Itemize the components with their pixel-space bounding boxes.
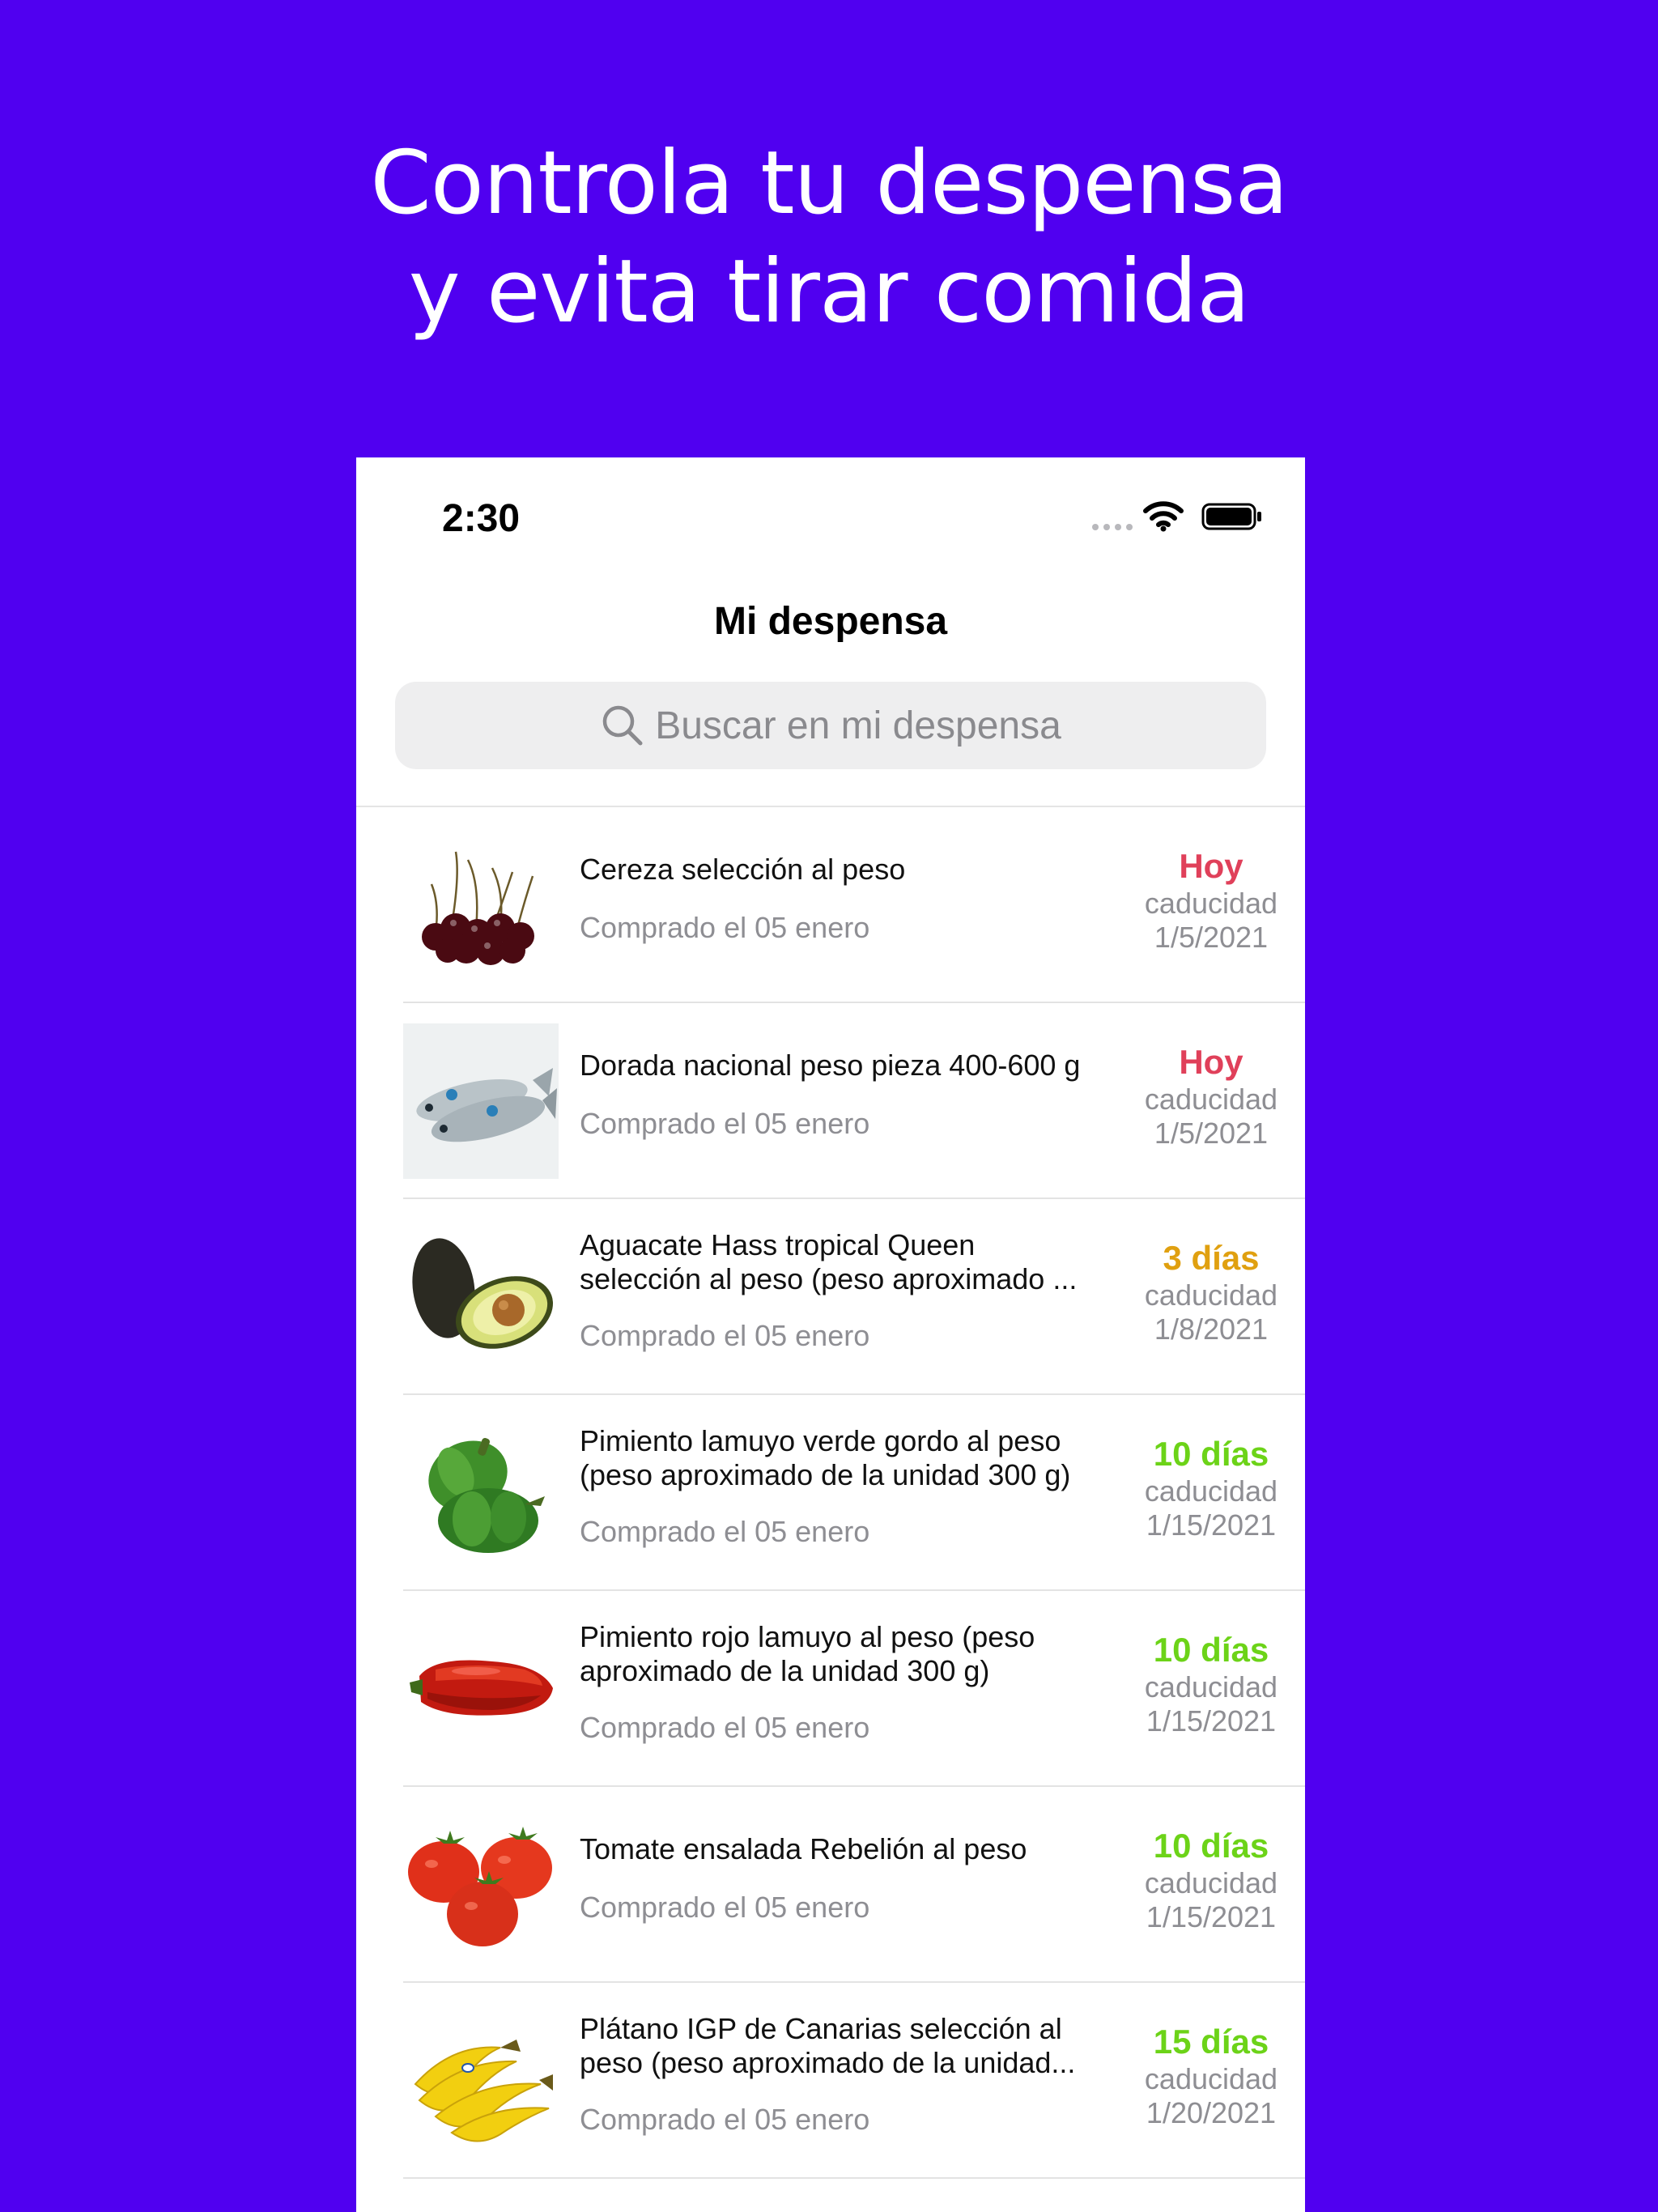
expiry-label: caducidad <box>1144 1083 1278 1116</box>
expiry-info: 3 días caducidad 1/8/2021 <box>1130 1238 1292 1346</box>
expiry-badge: 3 días <box>1163 1239 1260 1277</box>
expiry-label: caducidad <box>1144 2062 1278 2095</box>
item-purchased: Comprado el 05 enero <box>580 1107 870 1140</box>
item-purchased: Comprado el 05 enero <box>580 911 870 944</box>
headline-line-2: y evita tirar comida <box>408 241 1251 342</box>
search-placeholder: Buscar en mi despensa <box>655 704 1061 747</box>
expiry-date: 1/8/2021 <box>1154 1312 1269 1346</box>
item-purchased: Comprado el 05 enero <box>580 1515 870 1548</box>
expiry-date: 1/15/2021 <box>1146 1508 1277 1542</box>
cellular-signal-icon <box>1092 524 1133 530</box>
list-item[interactable]: Aguacate Hass tropical Queen selección a… <box>403 1199 1305 1395</box>
item-name: Pimiento lamuyo verde gordo al peso (pes… <box>580 1424 1071 1491</box>
expiry-info: 10 días caducidad 1/15/2021 <box>1130 1826 1292 1934</box>
expiry-info: 10 días caducidad 1/15/2021 <box>1130 1434 1292 1542</box>
expiry-label: caducidad <box>1144 1278 1278 1312</box>
list-item[interactable]: Pimiento lamuyo verde gordo al peso (pes… <box>403 1395 1305 1591</box>
item-name: Dorada nacional peso pieza 400-600 g <box>580 1049 1081 1082</box>
list-item[interactable]: Tomate ensalada Rebelión al peso Comprad… <box>403 1787 1305 1983</box>
item-purchased: Comprado el 05 enero <box>580 1891 870 1924</box>
page-title: Mi despensa <box>713 600 948 643</box>
avocado-image <box>403 1219 559 1375</box>
pantry-list: Cereza selección al peso Comprado el 05 … <box>356 807 1305 2179</box>
expiry-date: 1/20/2021 <box>1146 2096 1277 2129</box>
item-name: Pimiento rojo lamuyo al peso (peso aprox… <box>580 1620 1035 1687</box>
red-pepper-image <box>403 1611 559 1767</box>
battery-icon <box>1201 503 1261 530</box>
tomatoes-image <box>403 1807 559 1963</box>
expiry-info: 15 días caducidad 1/20/2021 <box>1130 2022 1292 2130</box>
list-item[interactable]: Cereza selección al peso Comprado el 05 … <box>403 807 1305 1003</box>
expiry-badge: 10 días <box>1153 1827 1269 1865</box>
expiry-date: 1/15/2021 <box>1146 1704 1277 1738</box>
list-item[interactable]: Plátano IGP de Canarias selección al pes… <box>403 1983 1305 2179</box>
list-item[interactable]: Pimiento rojo lamuyo al peso (peso aprox… <box>403 1591 1305 1787</box>
list-item[interactable]: Dorada nacional peso pieza 400-600 g Com… <box>403 1003 1305 1199</box>
expiry-info: Hoy caducidad 1/5/2021 <box>1130 1042 1292 1151</box>
item-name: Aguacate Hass tropical Queen selección a… <box>580 1228 1078 1295</box>
expiry-label: caducidad <box>1144 1670 1278 1704</box>
bananas-image <box>403 2003 559 2159</box>
item-purchased: Comprado el 05 enero <box>580 2103 870 2136</box>
search-input[interactable]: Buscar en mi despensa <box>395 682 1266 769</box>
expiry-info: 10 días caducidad 1/15/2021 <box>1130 1630 1292 1738</box>
expiry-info: Hoy caducidad 1/5/2021 <box>1130 846 1292 955</box>
expiry-badge: Hoy <box>1179 1043 1244 1081</box>
phone-screen: 2:30 Mi despensa Buscar en mi despensa C… <box>356 457 1305 2212</box>
expiry-date: 1/15/2021 <box>1146 1900 1277 1933</box>
expiry-date: 1/5/2021 <box>1154 921 1269 954</box>
cherries-image <box>403 827 559 983</box>
wifi-icon <box>1143 501 1184 532</box>
item-name: Tomate ensalada Rebelión al peso <box>580 1832 1027 1865</box>
item-purchased: Comprado el 05 enero <box>580 1319 870 1352</box>
status-bar: 2:30 <box>356 457 1305 579</box>
headline-line-1: Controla tu despensa <box>370 133 1288 234</box>
expiry-badge: Hoy <box>1179 847 1244 885</box>
expiry-label: caducidad <box>1144 1866 1278 1899</box>
expiry-badge: 15 días <box>1153 2023 1269 2061</box>
headline: Controla tu despensa y evita tirar comid… <box>0 130 1658 347</box>
expiry-badge: 10 días <box>1153 1435 1269 1473</box>
expiry-date: 1/5/2021 <box>1154 1117 1269 1150</box>
fish-image <box>403 1023 559 1179</box>
green-pepper-image <box>403 1415 559 1571</box>
search-icon <box>602 705 643 746</box>
status-time: 2:30 <box>442 497 521 540</box>
expiry-label: caducidad <box>1144 887 1278 920</box>
item-name: Plátano IGP de Canarias selección al pes… <box>580 2012 1076 2079</box>
item-purchased: Comprado el 05 enero <box>580 1711 870 1744</box>
item-name: Cereza selección al peso <box>580 853 906 886</box>
expiry-badge: 10 días <box>1153 1631 1269 1669</box>
expiry-label: caducidad <box>1144 1474 1278 1508</box>
